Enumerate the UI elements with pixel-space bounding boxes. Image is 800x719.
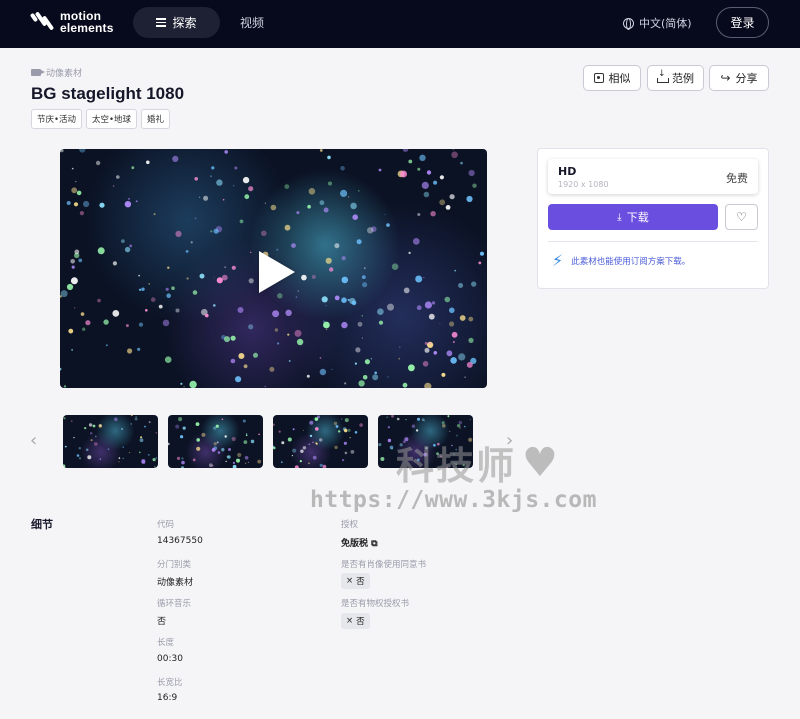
similar-button[interactable]: 相似: [583, 65, 641, 91]
sample-button[interactable]: 范例: [647, 65, 704, 91]
model-release-label: 是否有肖像使用同意书: [341, 560, 427, 570]
thumbnail[interactable]: [168, 415, 263, 468]
download-icon: ⤓: [617, 211, 622, 223]
category-label: 分门别类: [157, 560, 192, 570]
property-release-badge: × 否: [341, 613, 370, 629]
share-button[interactable]: ↪ 分享: [709, 65, 769, 91]
license-label: 授权: [341, 520, 359, 530]
details-heading: 细节: [31, 518, 53, 531]
share-button-label: 分享: [735, 72, 758, 85]
share-icon: ↪: [720, 71, 731, 85]
nav-tab-video[interactable]: 视频: [228, 7, 276, 38]
nav-tab-explore[interactable]: 探索: [133, 7, 220, 38]
loop-label: 循环音乐: [157, 599, 192, 609]
code-value: 14367550: [157, 536, 203, 546]
lightning-icon: ⚡: [552, 251, 564, 270]
external-link-icon: ⧉: [371, 539, 378, 549]
language-label: 中文(简体): [639, 17, 692, 30]
resolution-dimensions: 1920 x 1080: [558, 180, 609, 189]
resolution-price: 免费: [726, 172, 748, 185]
tag-item[interactable]: 太空•地球: [86, 109, 138, 129]
close-icon: ×: [346, 576, 354, 586]
nav-tab-video-label: 视频: [239, 16, 264, 30]
purchase-panel: HD 1920 x 1080 免费 ⤓ 下载 ♡ ⚡ 此素材也能使用订阅方案下载…: [537, 148, 769, 289]
tag-list: 节庆•活动 太空•地球 婚礼: [31, 109, 171, 129]
category-value: 动像素材: [157, 578, 194, 588]
aspect-label: 长宽比: [157, 678, 183, 688]
favorite-button[interactable]: ♡: [725, 204, 758, 230]
play-icon[interactable]: [259, 251, 295, 293]
logo-text-line2: elements: [60, 21, 114, 35]
aspect-value: 16:9: [157, 693, 178, 703]
asset-title: BG stagelight 1080: [31, 84, 185, 103]
heart-icon: ♥: [522, 439, 560, 486]
tag-item[interactable]: 节庆•活动: [31, 109, 83, 129]
top-nav: motion elements 探索 视频 中文(简体) 登录: [0, 0, 800, 48]
globe-icon: [623, 17, 634, 30]
thumbnail[interactable]: [273, 415, 368, 468]
thumbnail[interactable]: [63, 415, 158, 468]
sample-button-label: 范例: [672, 72, 694, 85]
watermark-url: https://www.3kjs.com: [310, 487, 597, 513]
asset-category-label: 动像素材: [46, 69, 83, 79]
divider: [548, 241, 758, 242]
video-camera-icon: [31, 69, 45, 76]
model-release-value: 否: [356, 577, 365, 587]
length-label: 长度: [157, 638, 175, 648]
model-release-badge: × 否: [341, 573, 370, 589]
download-button[interactable]: ⤓ 下载: [548, 204, 718, 230]
license-value: 免版税: [341, 539, 369, 549]
language-selector[interactable]: 中文(简体): [623, 15, 692, 31]
resolution-option[interactable]: HD 1920 x 1080 免费: [548, 159, 758, 194]
heart-icon: ♡: [736, 210, 747, 224]
logo[interactable]: motion elements: [29, 9, 114, 35]
property-release-value: 否: [356, 617, 365, 627]
menu-icon: [156, 16, 167, 29]
download-icon: [657, 69, 669, 83]
property-release-label: 是否有物权授权书: [341, 599, 410, 609]
subscription-promo[interactable]: ⚡ 此素材也能使用订阅方案下载。: [552, 253, 690, 269]
resolution-name: HD: [558, 165, 577, 178]
chevron-left-icon[interactable]: ‹: [30, 430, 37, 451]
logo-mark-icon: [29, 9, 56, 35]
download-button-label: 下载: [626, 211, 649, 224]
similar-button-label: 相似: [608, 72, 631, 85]
license-link[interactable]: 免版税 ⧉: [341, 536, 378, 549]
nav-tab-explore-label: 探索: [172, 16, 197, 30]
length-value: 00:30: [157, 654, 183, 664]
watermark-title: 科技师 ♥: [396, 435, 560, 490]
asset-category: 动像素材: [31, 66, 82, 79]
tag-item[interactable]: 婚礼: [141, 109, 171, 129]
login-button[interactable]: 登录: [716, 7, 769, 38]
loop-value: 否: [157, 617, 167, 627]
visual-search-icon: [593, 73, 604, 83]
video-player[interactable]: [60, 149, 487, 388]
code-label: 代码: [157, 520, 175, 530]
close-icon: ×: [346, 616, 354, 626]
promo-text: 此素材也能使用订阅方案下载。: [571, 257, 691, 267]
watermark-title-text: 科技师: [396, 444, 517, 488]
